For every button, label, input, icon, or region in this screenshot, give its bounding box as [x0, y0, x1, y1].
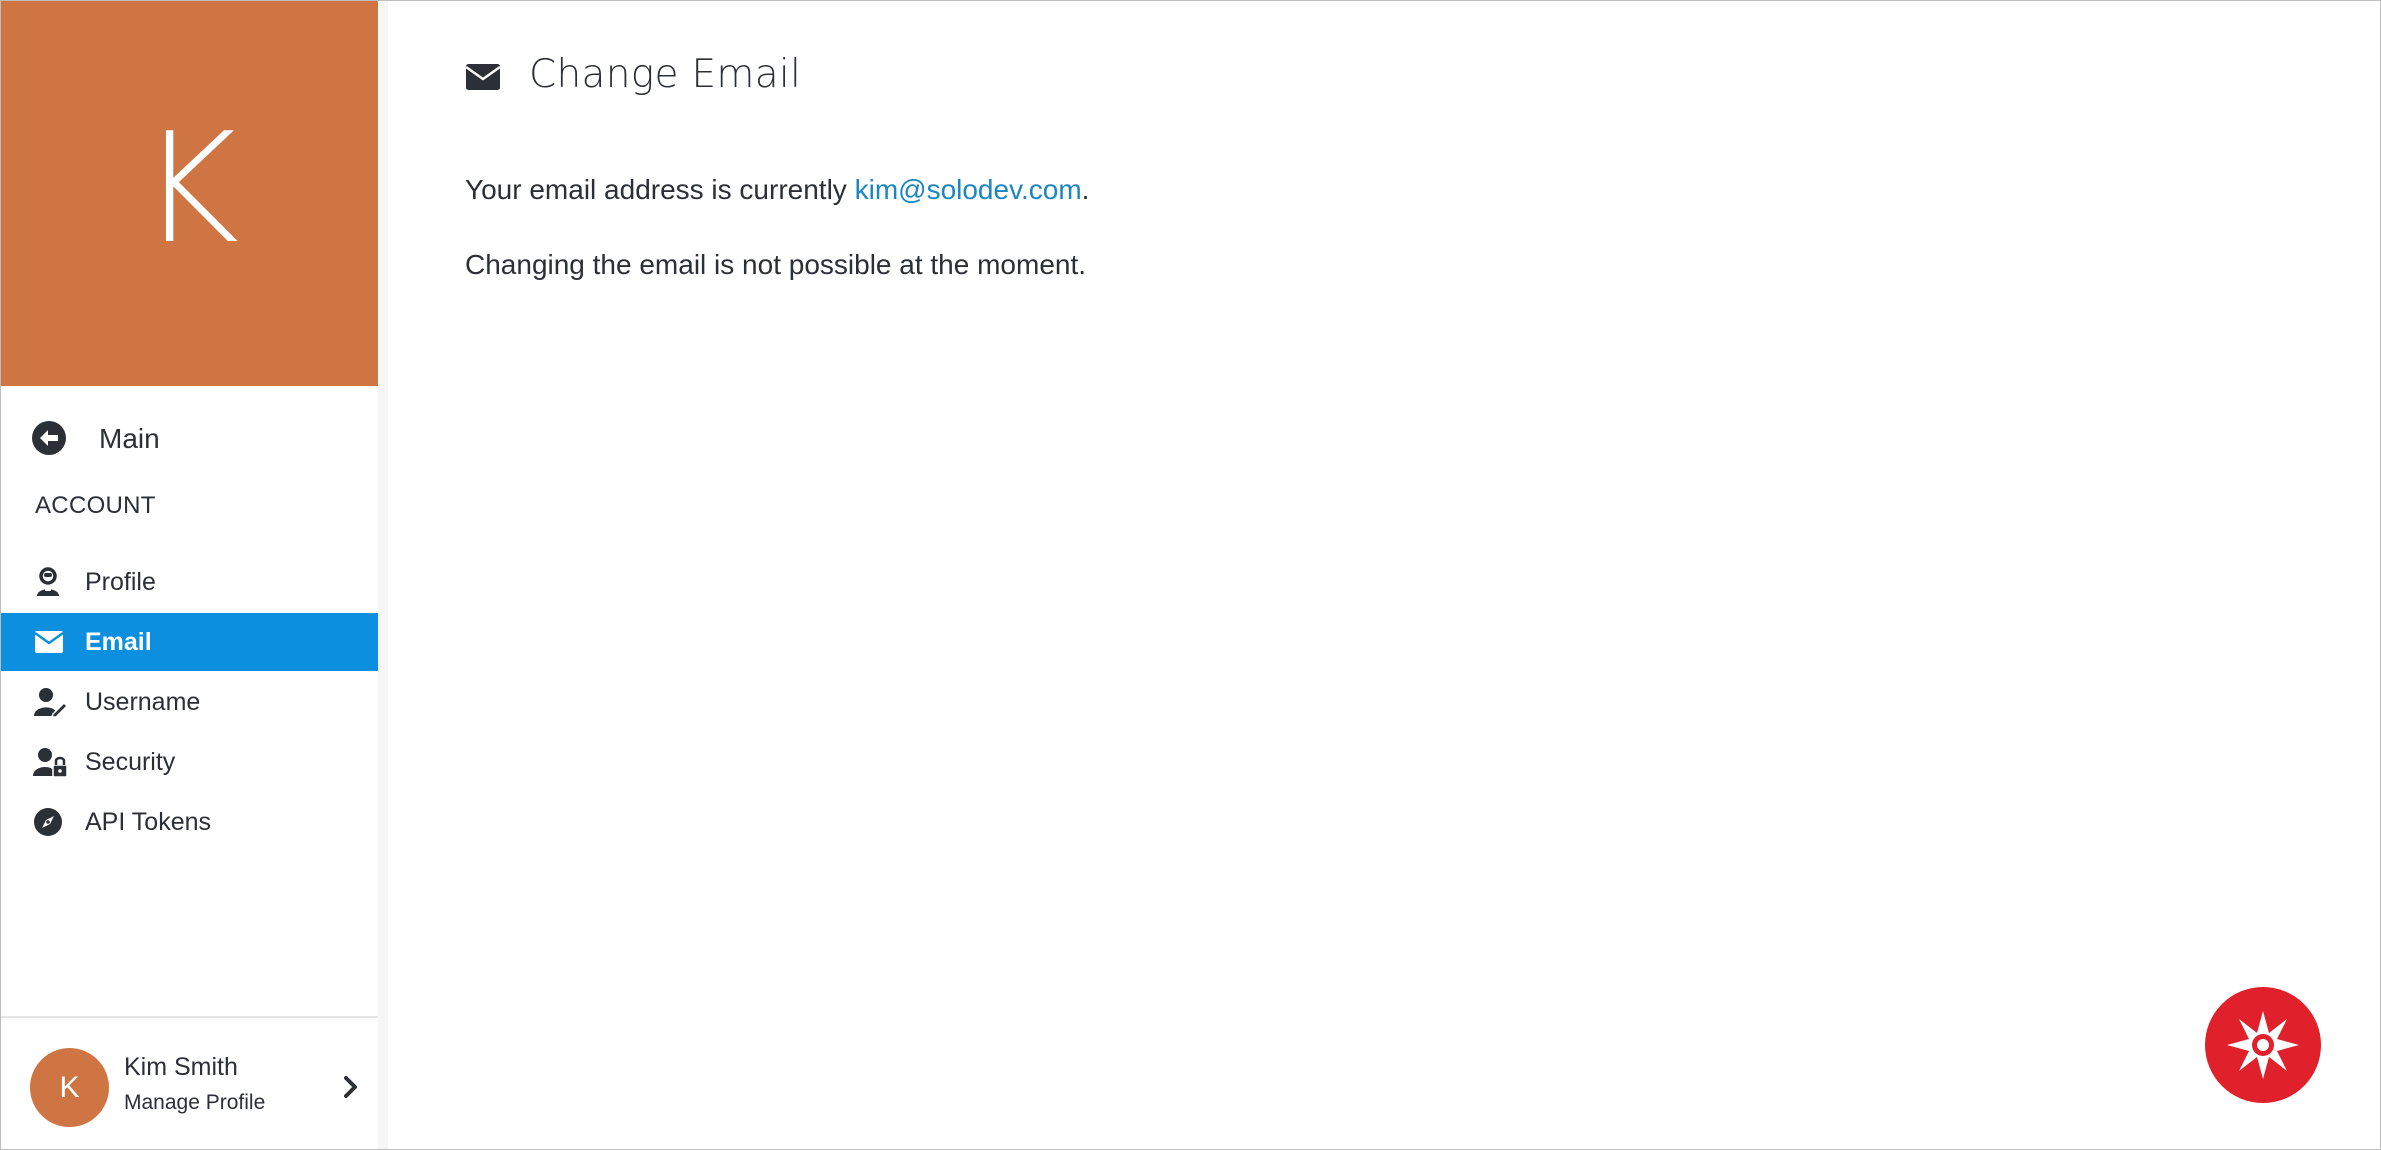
sidebar-item-label: Profile [85, 568, 156, 596]
avatar: K [30, 1048, 109, 1127]
user-lock-icon [33, 748, 67, 777]
avatar-banner-letter: K [139, 99, 240, 277]
envelope-icon [34, 631, 64, 653]
sidebar-edge [378, 1, 388, 1149]
avatar-letter: K [59, 1070, 80, 1104]
user-name: Kim Smith [124, 1053, 238, 1081]
sidebar-item-profile[interactable]: Profile [1, 553, 378, 611]
manage-profile-footer[interactable]: K Kim Smith Manage Profile [1, 1018, 378, 1149]
avatar-banner: K [1, 1, 378, 386]
user-icon [37, 567, 59, 596]
change-email-notice: Changing the email is not possible at th… [465, 249, 1087, 280]
sidebar-item-security[interactable]: Security [1, 733, 378, 791]
sidebar-item-label: API Tokens [85, 808, 212, 836]
manage-profile-label: Manage Profile [124, 1091, 266, 1114]
sidebar-item-email[interactable]: Email [1, 613, 378, 671]
page-title: Change Email [529, 52, 802, 97]
current-email-suffix: . [1081, 174, 1090, 205]
sidebar-item-label: Email [85, 628, 152, 656]
nav-main-link[interactable]: Main [1, 411, 378, 465]
sidebar-item-username[interactable]: Username [1, 673, 378, 731]
help-fab-button[interactable] [2205, 987, 2321, 1103]
chevron-right-icon [344, 1076, 357, 1098]
compass-icon [34, 808, 62, 836]
sidebar: K Main ACCOUNT Profile Email Username Se… [1, 1, 378, 1149]
current-email-prefix: Your email address is currently [465, 174, 847, 205]
sidebar-item-label: Username [85, 688, 201, 716]
section-label-account: ACCOUNT [35, 492, 156, 519]
star-burst-icon [2227, 1011, 2299, 1079]
current-email-link[interactable]: kim@solodev.com [855, 174, 1082, 205]
current-email-text: Your email address is currently kim@solo… [465, 174, 1089, 206]
nav-main-label: Main [99, 423, 160, 454]
user-edit-icon [34, 688, 67, 717]
sidebar-item-label: Security [85, 748, 176, 776]
arrow-left-circle-icon [32, 421, 66, 455]
sidebar-item-api-tokens[interactable]: API Tokens [1, 793, 378, 851]
envelope-icon [465, 64, 501, 90]
